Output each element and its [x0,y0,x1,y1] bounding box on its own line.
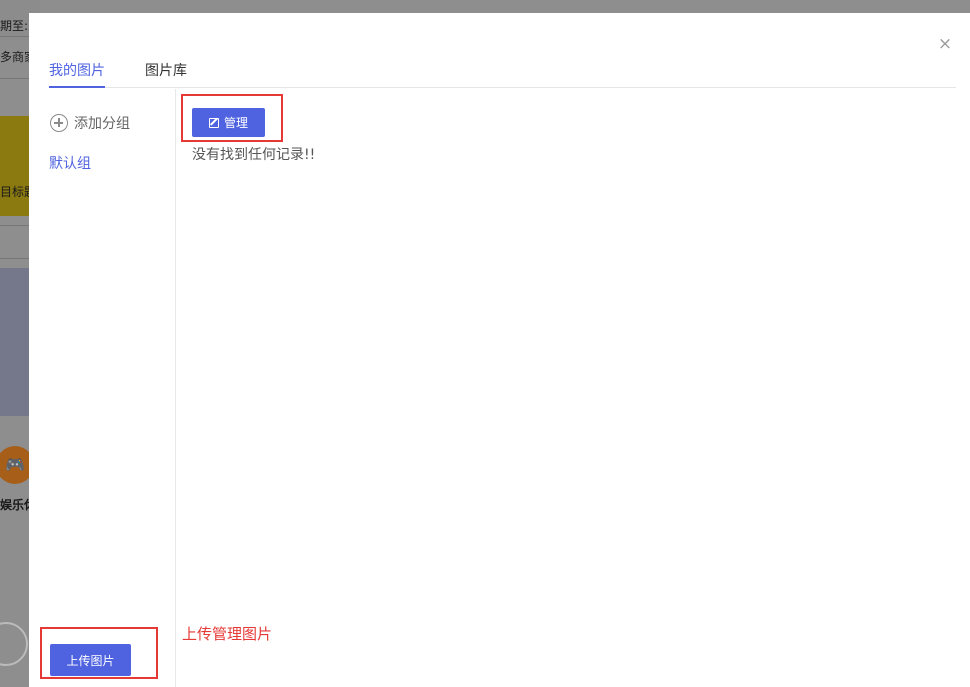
plus-circle-icon [50,114,68,132]
gamepad-icon: 🎮 [5,455,25,474]
tab-bar: 我的图片 图片库 [49,56,956,88]
tab-image-library[interactable]: 图片库 [145,60,187,80]
empty-state-message: 没有找到任何记录!! [192,147,316,163]
add-group-label: 添加分组 [74,116,130,132]
edit-icon [208,117,219,128]
tab-my-images[interactable]: 我的图片 [49,60,105,88]
upload-image-button[interactable]: 上传图片 [50,644,131,676]
add-group-button[interactable]: 添加分组 [50,113,130,133]
group-sidebar: 添加分组 默认组 上传图片 [29,89,176,687]
upload-highlight-box: 上传图片 [40,627,158,679]
manage-highlight-box: 管理 [181,94,283,142]
close-icon[interactable]: × [935,34,955,54]
background-circle [0,622,28,666]
image-picker-dialog: × 我的图片 图片库 添加分组 默认组 上传图片 管理 没有找到任何记录!! 上… [29,13,970,687]
annotation-label: 上传管理图片 [182,625,273,643]
manage-button-label: 管理 [223,116,248,130]
sidebar-item-default-group[interactable]: 默认组 [49,153,91,173]
manage-button[interactable]: 管理 [192,108,265,137]
